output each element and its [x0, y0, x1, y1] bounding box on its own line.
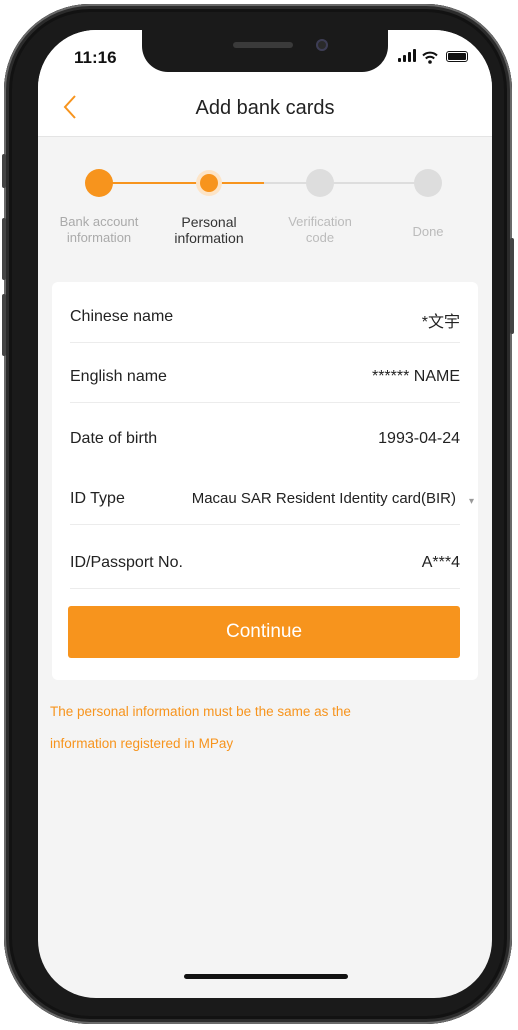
- home-indicator[interactable]: [184, 974, 348, 979]
- front-camera: [316, 39, 328, 51]
- step-label-verification: Verification code: [288, 214, 352, 245]
- chevron-down-icon: ▾: [468, 496, 474, 507]
- battery-icon: [446, 51, 468, 62]
- info-note-line1: The personal information must be the sam…: [50, 704, 351, 719]
- progress-stepper: Bank account information Personal inform…: [38, 136, 492, 276]
- id-type-row[interactable]: ID Type Macau SAR Resident Identity card…: [70, 474, 474, 525]
- mute-switch: [2, 154, 6, 188]
- step-label-done: Done: [412, 224, 444, 239]
- step-label-personal-info: Personal information: [174, 214, 244, 246]
- id-number-value: A***4: [421, 554, 460, 571]
- date-of-birth-row[interactable]: Date of birth 1993-04-24: [70, 414, 460, 464]
- page-title: Add bank cards: [195, 97, 335, 119]
- speaker: [233, 42, 293, 48]
- date-of-birth-value: 1993-04-24: [378, 430, 460, 447]
- info-note-line2: information registered in MPay: [50, 736, 234, 751]
- phone-screen: 11:16 Add bank cards Bank account inform…: [38, 30, 492, 998]
- personal-info-form: Chinese name *文宇 English name ****** NAM…: [52, 282, 478, 680]
- volume-up-button: [2, 218, 6, 280]
- signal-icon: [398, 48, 418, 64]
- id-number-row[interactable]: ID/Passport No. A***4: [70, 538, 460, 589]
- step-dot-bank-account: [85, 169, 113, 197]
- id-number-label: ID/Passport No.: [70, 554, 183, 571]
- date-of-birth-label: Date of birth: [70, 430, 158, 447]
- wifi-icon: [422, 51, 438, 64]
- english-name-row[interactable]: English name ****** NAME: [70, 352, 460, 403]
- id-type-value: Macau SAR Resident Identity card(BIR): [191, 490, 456, 507]
- step-label-bank-account: Bank account information: [59, 214, 139, 245]
- status-icons: [398, 48, 468, 66]
- power-button: [510, 238, 514, 334]
- id-type-label: ID Type: [70, 490, 125, 507]
- chinese-name-value: *文宇: [421, 314, 460, 331]
- chinese-name-label: Chinese name: [70, 308, 174, 325]
- step-dot-done: [414, 169, 442, 197]
- notch: [142, 30, 388, 72]
- chinese-name-row[interactable]: Chinese name *文宇: [70, 292, 460, 343]
- volume-down-button: [2, 294, 6, 356]
- navigation-bar: Add bank cards: [38, 80, 492, 137]
- status-time: 11:16: [74, 48, 117, 67]
- step-dot-verification: [306, 169, 334, 197]
- step-dot-personal-info: [200, 174, 218, 192]
- english-name-value: ****** NAME: [371, 368, 460, 385]
- step-connector-1: [98, 182, 210, 184]
- english-name-label: English name: [70, 368, 167, 385]
- continue-button[interactable]: Continue: [68, 606, 460, 658]
- info-note: The personal information must be the sam…: [50, 696, 470, 760]
- step-connector-2: [218, 182, 264, 184]
